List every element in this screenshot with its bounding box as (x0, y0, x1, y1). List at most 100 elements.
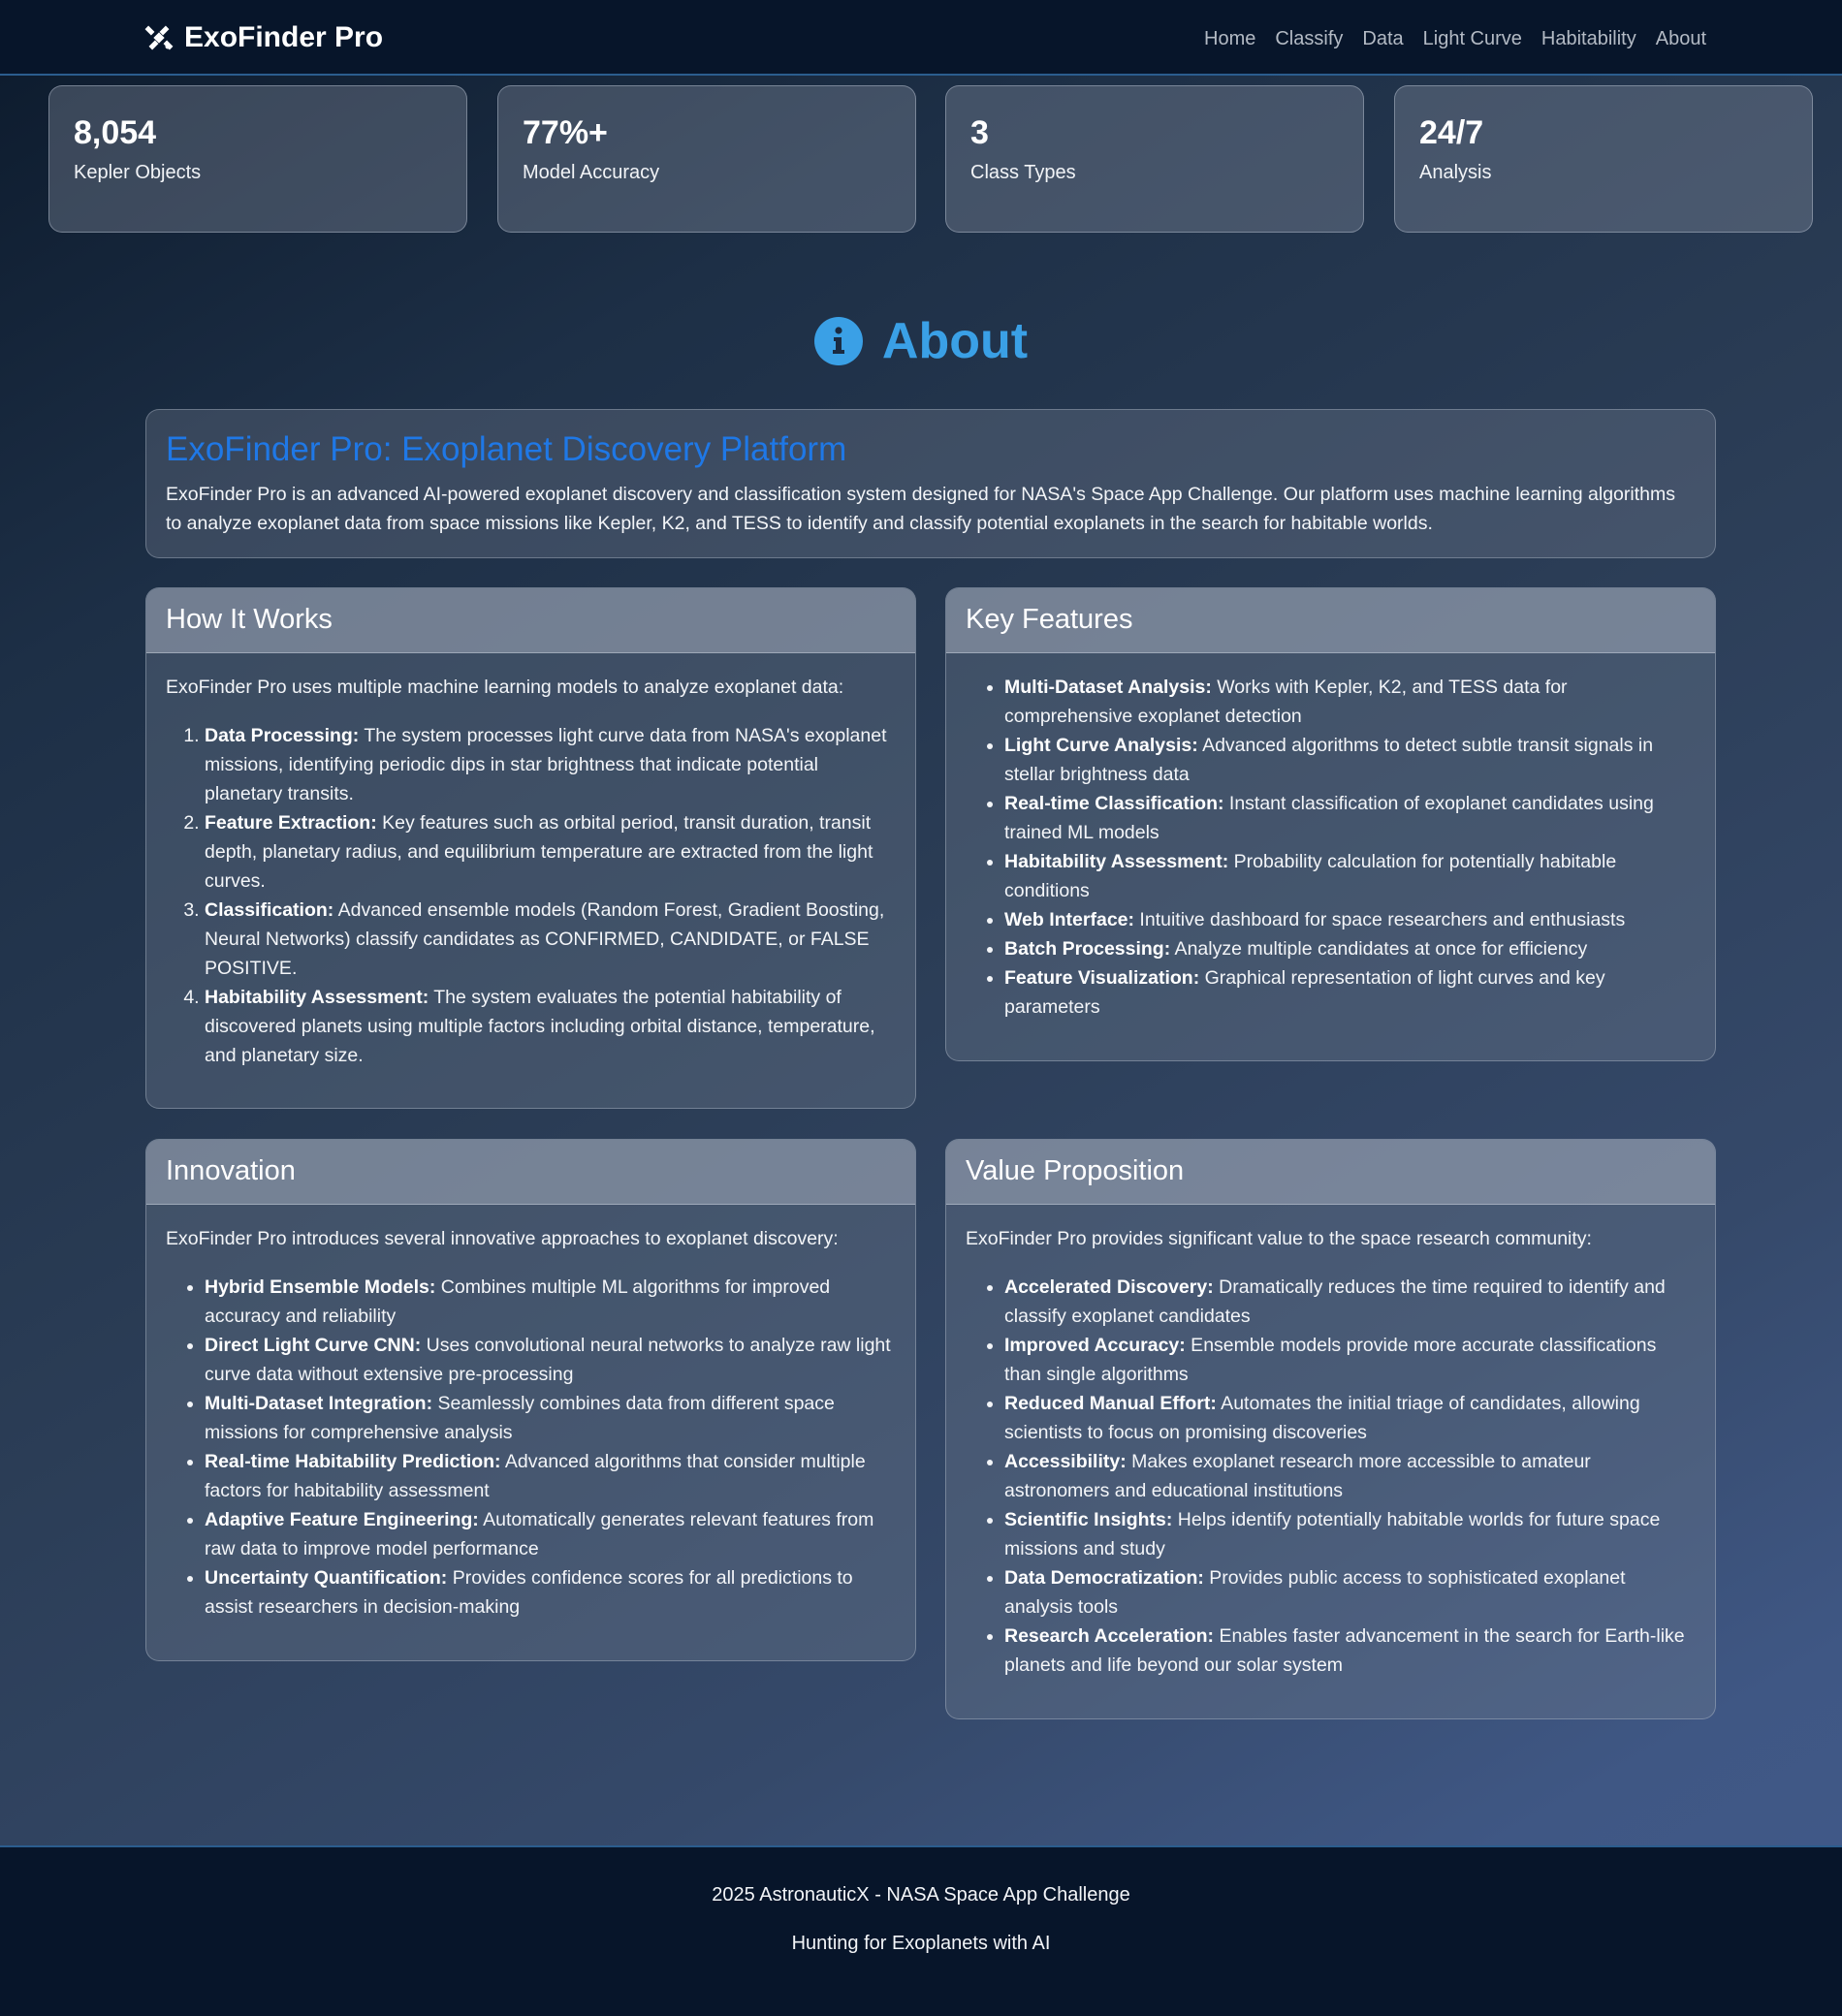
list-item: Real-time Habitability Prediction: Advan… (205, 1447, 896, 1505)
list-item: Batch Processing: Analyze multiple candi… (1004, 934, 1696, 963)
item-label: Light Curve Analysis: (1004, 735, 1198, 756)
page-title: About (0, 312, 1842, 370)
stat-value: 77%+ (523, 114, 608, 151)
item-label: Web Interface: (1004, 909, 1135, 930)
stat-label: Class Types (970, 162, 1076, 183)
key-features-card: Key Features Multi-Dataset Analysis: Wor… (945, 587, 1716, 1061)
item-label: Accelerated Discovery: (1004, 1276, 1214, 1298)
item-label: Multi-Dataset Integration: (205, 1393, 433, 1414)
value-proposition-card: Value Proposition ExoFinder Pro provides… (945, 1139, 1716, 1719)
stat-value: 3 (970, 114, 989, 151)
list-item: Adaptive Feature Engineering: Automatica… (205, 1505, 896, 1563)
card-header: Value Proposition (946, 1140, 1715, 1205)
list-item: Data Democratization: Provides public ac… (1004, 1563, 1696, 1622)
intro-body: ExoFinder Pro is an advanced AI-powered … (166, 484, 1675, 534)
stats-row: 8,054 Kepler Objects 77%+ Model Accuracy… (48, 85, 1813, 235)
item-label: Hybrid Ensemble Models: (205, 1276, 436, 1298)
item-label: Habitability Assessment: (1004, 851, 1229, 872)
item-label: Feature Visualization: (1004, 967, 1200, 989)
item-label: Habitability Assessment: (205, 987, 429, 1008)
list-item: Uncertainty Quantification: Provides con… (205, 1563, 896, 1622)
brand-name: ExoFinder Pro (184, 21, 384, 53)
card-intro: ExoFinder Pro introduces several innovat… (166, 1228, 839, 1249)
nav-links: Home Classify Data Light Curve Habitabil… (1204, 21, 1706, 56)
card-header: Innovation (146, 1140, 915, 1205)
info-circle-icon (813, 317, 863, 365)
how-it-works-card: How It Works ExoFinder Pro uses multiple… (145, 587, 916, 1109)
card-header: How It Works (146, 588, 915, 653)
satellite-icon (144, 25, 174, 50)
item-label: Feature Extraction: (205, 812, 377, 834)
nav-light-curve[interactable]: Light Curve (1423, 21, 1522, 56)
stat-value: 8,054 (74, 114, 157, 151)
item-label: Scientific Insights: (1004, 1509, 1173, 1530)
page-title-text: About (881, 313, 1029, 369)
item-label: Classification: (205, 899, 334, 921)
innovation-list: Hybrid Ensemble Models: Combines multipl… (166, 1273, 896, 1622)
navbar: ExoFinder Pro Home Classify Data Light C… (0, 0, 1842, 76)
intro-heading: ExoFinder Pro: Exoplanet Discovery Platf… (166, 430, 847, 468)
item-label: Accessibility: (1004, 1451, 1127, 1472)
list-item: Accelerated Discovery: Dramatically redu… (1004, 1273, 1696, 1331)
nav-data[interactable]: Data (1362, 21, 1403, 56)
item-label: Adaptive Feature Engineering: (205, 1509, 479, 1530)
card-header: Key Features (946, 588, 1715, 653)
item-text: Intuitive dashboard for space researcher… (1134, 909, 1626, 930)
item-label: Real-time Habitability Prediction: (205, 1451, 501, 1472)
list-item: Feature Extraction: Key features such as… (205, 808, 896, 896)
stat-card-class-types: 3 Class Types (945, 85, 1364, 233)
card-intro: ExoFinder Pro uses multiple machine lear… (166, 677, 844, 698)
stat-card-kepler-objects: 8,054 Kepler Objects (48, 85, 467, 233)
list-item: Classification: Advanced ensemble models… (205, 896, 896, 983)
card-body: Multi-Dataset Analysis: Works with Keple… (946, 653, 1715, 1041)
stat-label: Kepler Objects (74, 162, 202, 183)
item-label: Data Democratization: (1004, 1567, 1204, 1589)
footer: 2025 AstronauticX - NASA Space App Chall… (0, 1845, 1842, 2016)
footer-copyright: 2025 AstronauticX - NASA Space App Chall… (712, 1884, 1130, 1906)
footer-tagline: Hunting for Exoplanets with AI (791, 1933, 1051, 1954)
item-label: Data Processing: (205, 725, 360, 746)
stat-card-analysis: 24/7 Analysis (1394, 85, 1813, 233)
innovation-card: Innovation ExoFinder Pro introduces seve… (145, 1139, 916, 1661)
list-item: Real-time Classification: Instant classi… (1004, 789, 1696, 847)
card-body: ExoFinder Pro introduces several innovat… (146, 1205, 915, 1641)
card-body: ExoFinder Pro uses multiple machine lear… (146, 653, 915, 1089)
stat-label: Model Accuracy (523, 162, 660, 183)
value-proposition-list: Accelerated Discovery: Dramatically redu… (966, 1273, 1696, 1680)
nav-classify[interactable]: Classify (1275, 21, 1343, 56)
stat-value: 24/7 (1419, 114, 1484, 151)
item-label: Uncertainty Quantification: (205, 1567, 448, 1589)
list-item: Improved Accuracy: Ensemble models provi… (1004, 1331, 1696, 1389)
nav-about[interactable]: About (1656, 21, 1706, 56)
list-item: Multi-Dataset Analysis: Works with Keple… (1004, 673, 1696, 731)
item-label: Improved Accuracy: (1004, 1335, 1186, 1356)
item-label: Direct Light Curve CNN: (205, 1335, 422, 1356)
list-item: Habitability Assessment: The system eval… (205, 983, 896, 1070)
brand-link[interactable]: ExoFinder Pro (143, 17, 383, 58)
nav-habitability[interactable]: Habitability (1541, 21, 1636, 56)
list-item: Feature Visualization: Graphical represe… (1004, 963, 1696, 1022)
list-item: Habitability Assessment: Probability cal… (1004, 847, 1696, 905)
list-item: Reduced Manual Effort: Automates the ini… (1004, 1389, 1696, 1447)
list-item: Direct Light Curve CNN: Uses convolution… (205, 1331, 896, 1389)
list-item: Web Interface: Intuitive dashboard for s… (1004, 905, 1696, 934)
item-label: Real-time Classification: (1004, 793, 1224, 814)
list-item: Accessibility: Makes exoplanet research … (1004, 1447, 1696, 1505)
stat-card-model-accuracy: 77%+ Model Accuracy (497, 85, 916, 233)
item-label: Batch Processing: (1004, 938, 1171, 960)
list-item: Data Processing: The system processes li… (205, 721, 896, 808)
list-item: Scientific Insights: Helps identify pote… (1004, 1505, 1696, 1563)
list-item: Multi-Dataset Integration: Seamlessly co… (205, 1389, 896, 1447)
item-label: Reduced Manual Effort: (1004, 1393, 1217, 1414)
item-label: Multi-Dataset Analysis: (1004, 677, 1212, 698)
item-text: Analyze multiple candidates at once for … (1170, 938, 1588, 960)
how-it-works-list: Data Processing: The system processes li… (166, 721, 896, 1070)
card-body: ExoFinder Pro provides significant value… (946, 1205, 1715, 1699)
list-item: Research Acceleration: Enables faster ad… (1004, 1622, 1696, 1680)
nav-home[interactable]: Home (1204, 21, 1255, 56)
intro-card: ExoFinder Pro: Exoplanet Discovery Platf… (145, 409, 1716, 558)
card-intro: ExoFinder Pro provides significant value… (966, 1228, 1592, 1249)
list-item: Light Curve Analysis: Advanced algorithm… (1004, 731, 1696, 789)
item-label: Research Acceleration: (1004, 1625, 1215, 1647)
list-item: Hybrid Ensemble Models: Combines multipl… (205, 1273, 896, 1331)
